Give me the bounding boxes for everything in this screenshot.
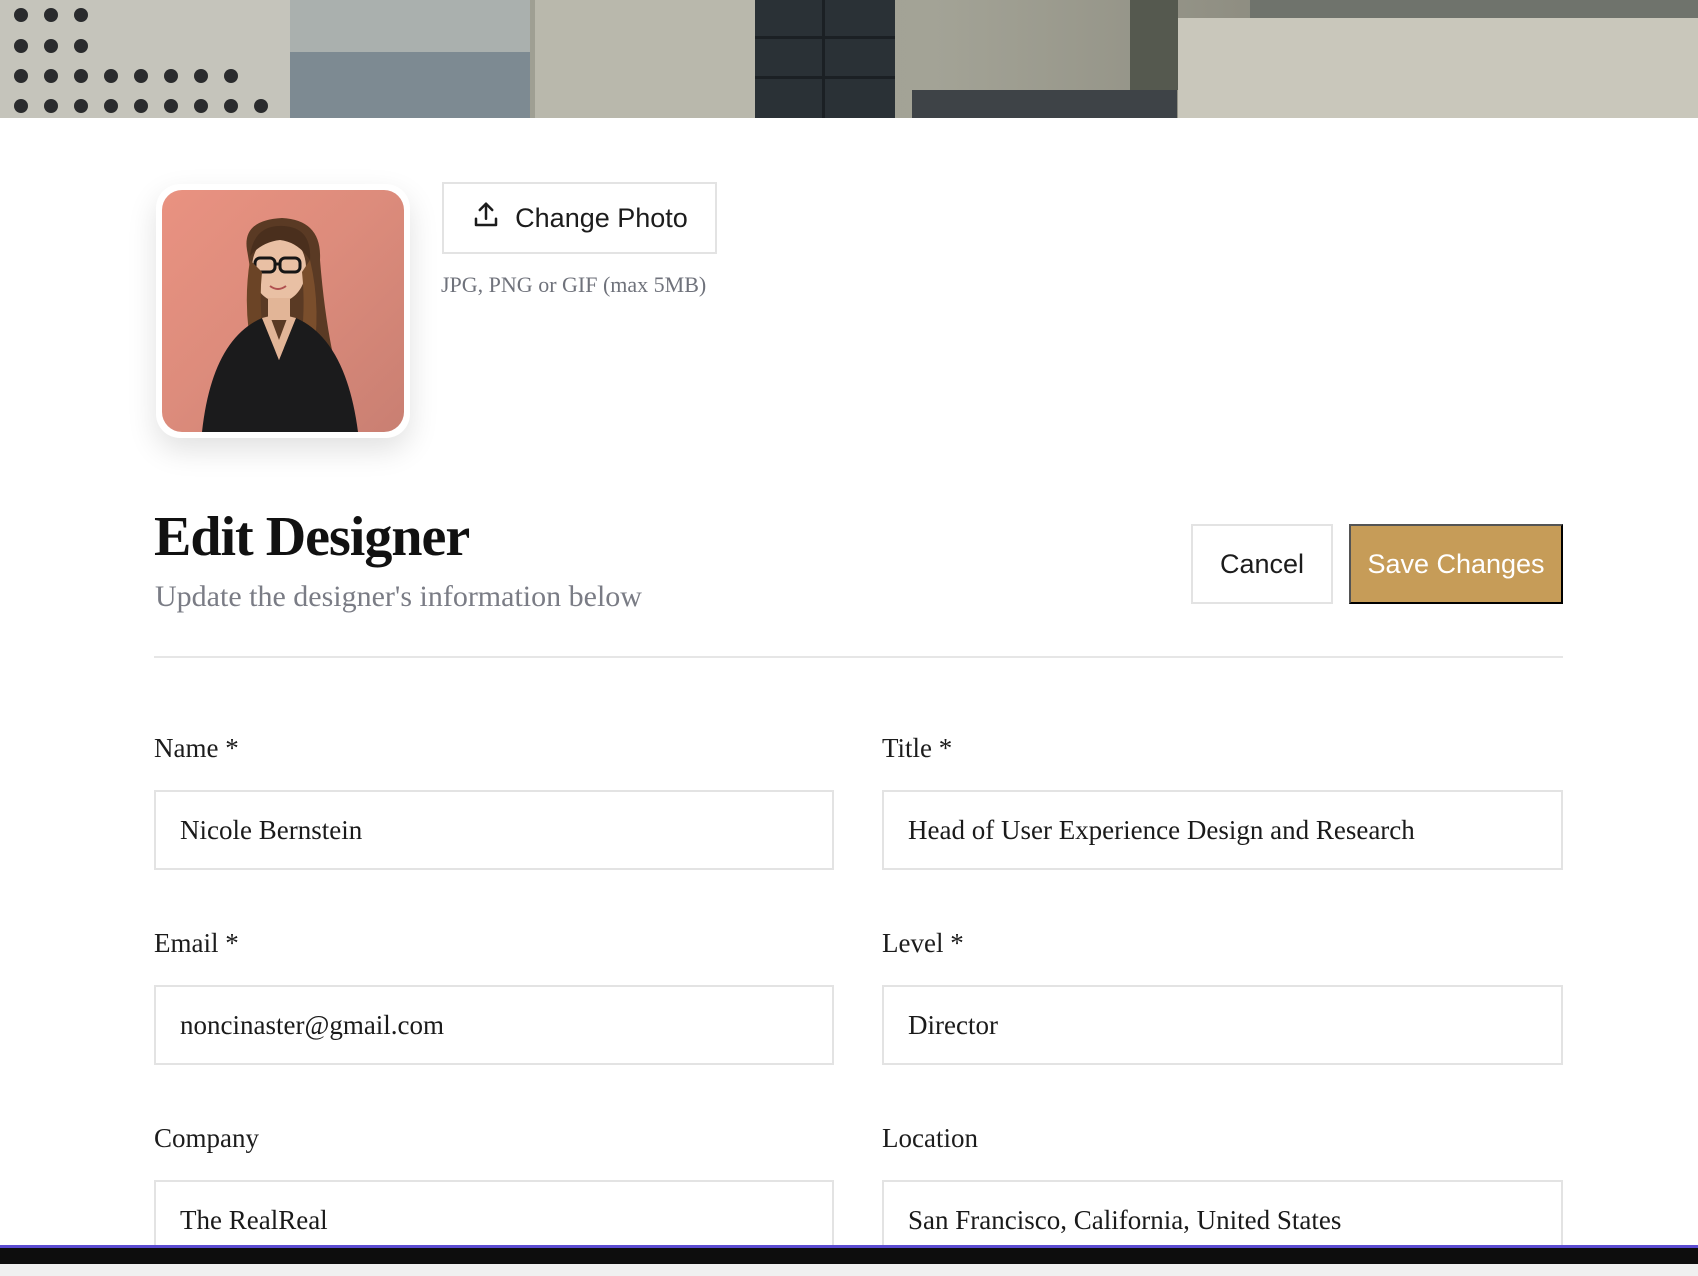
cover-dot [74,99,88,113]
level-label: Level * [882,928,964,958]
divider [154,656,1563,658]
photo-hint: JPG, PNG or GIF (max 5MB) [441,272,707,297]
bottom-bar [0,1248,1698,1264]
change-photo-label: Change Photo [515,202,688,233]
cover-dot [254,99,268,113]
save-changes-button[interactable]: Save Changes [1349,524,1563,604]
cover-dot [44,69,58,83]
cover-dot [74,8,88,22]
profile-photo [162,190,404,432]
name-field[interactable] [154,790,834,870]
cover-image [0,0,1698,118]
cover-dot [164,69,178,83]
cover-dot [224,99,238,113]
cover-dot [74,69,88,83]
cover-dot [104,99,118,113]
cover-dot [44,39,58,53]
company-label: Company [154,1123,259,1153]
page-title: Edit Designer [154,506,470,568]
profile-photo-card [156,184,410,438]
cover-dot [14,8,28,22]
email-field[interactable] [154,985,834,1065]
cover-dot [74,39,88,53]
title-label: Title * [882,733,953,763]
title-field[interactable] [882,790,1563,870]
level-field[interactable] [882,985,1563,1065]
change-photo-button[interactable]: Change Photo [442,182,717,254]
cover-dot [134,99,148,113]
cover-dot [134,69,148,83]
cover-dot [224,69,238,83]
page-subtitle: Update the designer's information below [155,580,642,613]
cover-dot [44,8,58,22]
cover-dot [164,99,178,113]
cover-dot [194,69,208,83]
cover-dot [194,99,208,113]
cancel-button[interactable]: Cancel [1191,524,1333,604]
cover-dot [14,69,28,83]
name-label: Name * [154,733,239,763]
cover-dot [44,99,58,113]
cover-dot [14,99,28,113]
cover-dot [104,69,118,83]
bottom-strip [0,1264,1698,1276]
location-label: Location [882,1123,978,1153]
email-label: Email * [154,928,239,958]
upload-icon [471,200,501,237]
cover-dot [14,39,28,53]
